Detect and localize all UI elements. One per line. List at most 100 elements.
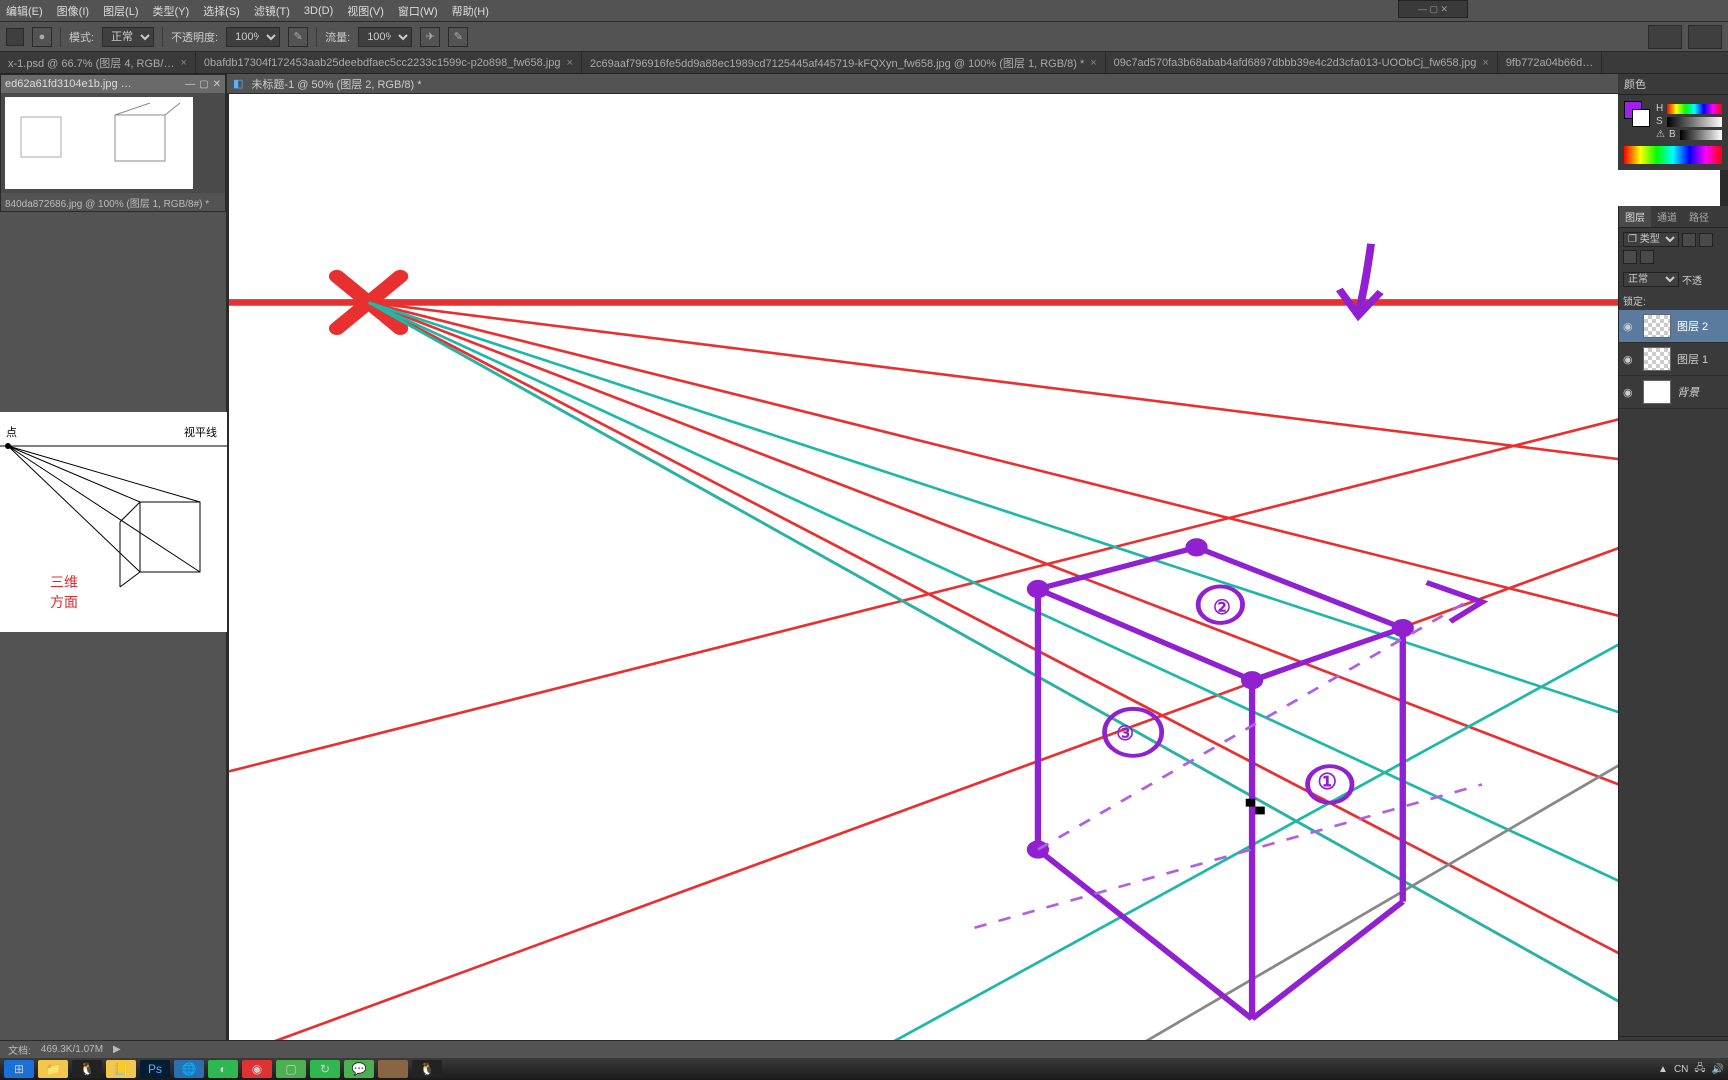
fg-bg-swatches[interactable] <box>1624 101 1650 127</box>
airbrush-icon[interactable]: ✈ <box>420 27 440 47</box>
layers-panel: 图层 通道 路径 ❐ 类型 正常 不透 锁定: ◉ 图层 2 ◉ 图层 1 ◉ <box>1618 206 1728 1058</box>
doc-size-label: 文档: <box>8 1042 31 1057</box>
doc-tab[interactable]: 2c69aaf796916fe5dd9a88ec1989cd7125445af4… <box>582 52 1106 74</box>
color-panel-title: 颜色 <box>1618 74 1728 95</box>
window-controls-small[interactable]: — ▢ ✕ <box>1398 0 1468 18</box>
annotation-1: ① <box>1317 769 1337 795</box>
pressure-opacity-icon[interactable]: ✎ <box>288 27 308 47</box>
blend-mode-select[interactable]: 正常 <box>102 27 154 47</box>
app-spin-icon[interactable]: ↻ <box>310 1060 340 1078</box>
layer-list: ◉ 图层 2 ◉ 图层 1 ◉ 背景 <box>1619 310 1728 1036</box>
document-titlebar: ◧ 未标题-1 @ 50% (图层 2, RGB/8) * ✕ ✕ <box>227 74 1728 94</box>
wechat-icon[interactable]: 💬 <box>344 1060 374 1078</box>
menu-filter[interactable]: 滤镜(T) <box>254 3 290 19</box>
layer-blend-select[interactable]: 正常 <box>1623 272 1679 287</box>
tab-layers[interactable]: 图层 <box>1619 206 1651 227</box>
doc-size-value: 469.3K/1.07M <box>41 1044 103 1055</box>
menu-select[interactable]: 选择(S) <box>203 3 240 19</box>
tab-paths[interactable]: 路径 <box>1683 206 1715 227</box>
start-button[interactable]: ⊞ <box>4 1060 34 1078</box>
photoshop-icon[interactable]: Ps <box>140 1060 170 1078</box>
lock-label: 锁定: <box>1623 293 1646 308</box>
opacity-label: 不透明度: <box>171 29 218 45</box>
layer-item[interactable]: ◉ 背景 <box>1619 376 1728 409</box>
status-bar: 文档: 469.3K/1.07M ▶ <box>0 1040 1728 1058</box>
document-area: ◧ 未标题-1 @ 50% (图层 2, RGB/8) * ✕ ✕ <box>227 74 1728 1058</box>
close-icon[interactable]: ✕ <box>213 79 221 90</box>
visibility-eye-icon[interactable]: ◉ <box>1623 320 1637 333</box>
mode-label: 模式: <box>69 29 94 45</box>
canvas[interactable]: ② ① ③ <box>229 94 1720 1058</box>
visibility-eye-icon[interactable]: ◉ <box>1623 353 1637 366</box>
menu-window[interactable]: 窗口(W) <box>398 3 438 19</box>
bri-label: B <box>1669 129 1676 140</box>
tray-more-icon[interactable]: ▲ <box>1658 1064 1668 1075</box>
floating-ref-window[interactable]: ed62a61fd3104e1b.jpg … —▢✕ 840da872686.j… <box>0 74 226 212</box>
layer-name: 图层 2 <box>1677 318 1708 334</box>
layer-item[interactable]: ◉ 图层 1 <box>1619 343 1728 376</box>
pressure-size-icon[interactable]: ✎ <box>448 27 468 47</box>
document-tabs: x-1.psd @ 66.7% (图层 4, RGB/…× 0bafdb1730… <box>0 52 1728 74</box>
filter-type-icon[interactable] <box>1623 250 1637 264</box>
filter-shape-icon[interactable] <box>1640 250 1654 264</box>
color-spectrum[interactable] <box>1624 146 1722 164</box>
bri-slider[interactable] <box>1680 130 1722 140</box>
filter-pixel-icon[interactable] <box>1682 233 1696 247</box>
gamut-warn-icon: ⚠ <box>1656 129 1665 140</box>
close-icon[interactable]: × <box>1482 57 1488 69</box>
layer-thumbnail <box>1643 347 1671 371</box>
maximize-icon[interactable]: ▢ <box>199 79 208 90</box>
layer-thumbnail <box>1643 380 1671 404</box>
menu-type[interactable]: 类型(Y) <box>153 3 190 19</box>
tab-channels[interactable]: 通道 <box>1651 206 1683 227</box>
qq-running-icon[interactable]: 🐧 <box>412 1060 442 1078</box>
menu-edit[interactable]: 编辑(E) <box>6 3 43 19</box>
ref-annotation: 三维 方面 <box>50 572 78 612</box>
close-icon[interactable]: × <box>567 57 573 69</box>
workspace: ed62a61fd3104e1b.jpg … —▢✕ 840da872686.j… <box>0 74 1728 1058</box>
ime-indicator[interactable]: CN <box>1674 1064 1688 1075</box>
ref-window-footer: 840da872686.jpg @ 100% (图层 1, RGB/8#) * <box>1 193 225 211</box>
opacity-select[interactable]: 100% <box>226 27 280 47</box>
menu-view[interactable]: 视图(V) <box>347 3 384 19</box>
sat-label: S <box>1656 116 1663 127</box>
explorer-icon[interactable]: 📁 <box>38 1060 68 1078</box>
minimize-icon[interactable]: — <box>185 79 195 90</box>
workspace-switcher-1[interactable] <box>1648 25 1682 49</box>
app-green-icon[interactable]: ▢ <box>276 1060 306 1078</box>
doc-tab[interactable]: 09c7ad570fa3b68abab4afd6897dbbb39e4c2d3c… <box>1106 52 1498 74</box>
doc-tab[interactable]: x-1.psd @ 66.7% (图层 4, RGB/…× <box>0 52 196 74</box>
system-tray: ▲ CN 🖧 🔊 <box>1658 1061 1724 1078</box>
layer-filter-select[interactable]: ❐ 类型 <box>1623 232 1679 247</box>
ref-thumbnail <box>5 97 193 189</box>
tool-preset-picker[interactable] <box>6 28 24 46</box>
netease-icon[interactable]: ◉ <box>242 1060 272 1078</box>
sat-slider[interactable] <box>1667 117 1722 127</box>
hue-slider[interactable] <box>1667 104 1722 114</box>
background-color[interactable] <box>1632 109 1650 127</box>
doc-tab[interactable]: 0bafdb17304f172453aab25deebdfaec5cc2233c… <box>196 52 582 74</box>
layer-name: 图层 1 <box>1677 351 1708 367</box>
menu-layer[interactable]: 图层(L) <box>103 3 138 19</box>
layer-item[interactable]: ◉ 图层 2 <box>1619 310 1728 343</box>
qq-icon[interactable]: 🐧 <box>72 1060 102 1078</box>
workspace-switcher-2[interactable] <box>1688 25 1722 49</box>
menu-3d[interactable]: 3D(D) <box>304 5 333 17</box>
user-avatar[interactable] <box>378 1060 408 1078</box>
doc-tab[interactable]: 9fb772a04b66d… <box>1498 52 1602 74</box>
close-icon[interactable]: × <box>180 57 186 69</box>
menu-help[interactable]: 帮助(H) <box>452 3 489 19</box>
network-icon[interactable]: 🖧 <box>1694 1061 1705 1078</box>
notes-icon[interactable]: 📒 <box>106 1060 136 1078</box>
flow-select[interactable]: 100% <box>358 27 412 47</box>
visibility-eye-icon[interactable]: ◉ <box>1623 386 1637 399</box>
volume-icon[interactable]: 🔊 <box>1712 1064 1724 1075</box>
filter-adj-icon[interactable] <box>1699 233 1713 247</box>
flow-label: 流量: <box>325 29 350 45</box>
brush-preset-picker[interactable]: ● <box>32 27 52 47</box>
browser-icon[interactable]: 🌐 <box>174 1060 204 1078</box>
status-arrow-icon[interactable]: ▶ <box>113 1044 121 1055</box>
360-icon[interactable]: ◐ <box>208 1060 238 1078</box>
menu-image[interactable]: 图像(I) <box>57 3 89 19</box>
close-icon[interactable]: × <box>1090 57 1096 69</box>
